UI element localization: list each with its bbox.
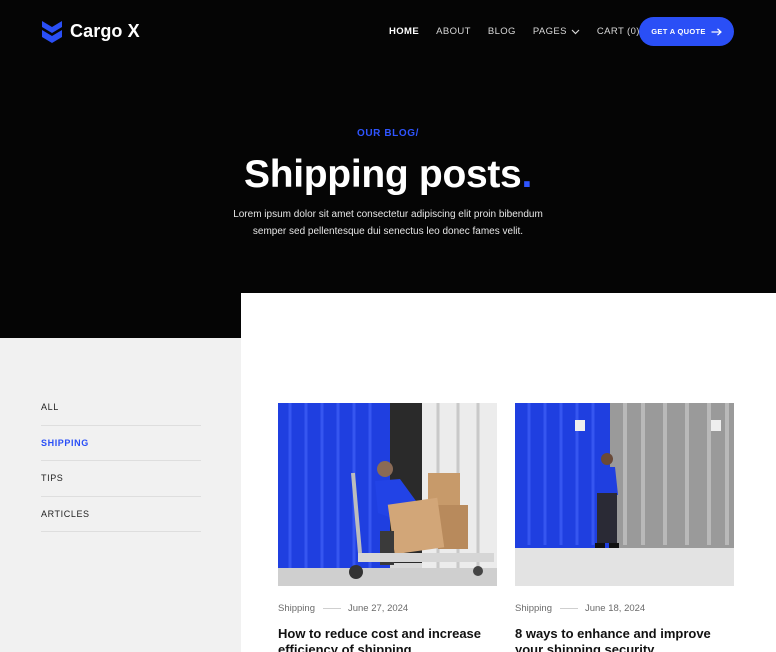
post-thumbnail-worker-boxes[interactable] — [278, 403, 497, 586]
hero-description-line-2: semper sed pellentesque dui senectus leo… — [252, 225, 524, 237]
post-card[interactable]: Shipping June 27, 2024 How to reduce cos… — [278, 403, 497, 652]
post-category[interactable]: Shipping — [278, 603, 315, 614]
nav-item-home[interactable]: HOME — [389, 26, 419, 37]
post-title[interactable]: 8 ways to enhance and improve your shipp… — [515, 626, 734, 652]
brand-name: Cargo X — [70, 20, 140, 41]
post-date: June 27, 2024 — [347, 603, 409, 614]
category-filter-list: ALL SHIPPING TIPS ARTICLES — [41, 390, 201, 532]
get-a-quote-button[interactable]: GET A QUOTE — [639, 17, 734, 46]
filter-all[interactable]: ALL — [41, 390, 201, 426]
page-title: Shipping posts. — [0, 153, 776, 197]
nav-item-blog[interactable]: BLOG — [488, 26, 516, 37]
post-thumbnail-worker-containers[interactable] — [515, 403, 734, 586]
meta-divider — [322, 608, 341, 609]
nav-item-pages-label: PAGES — [532, 26, 567, 37]
arrow-right-icon — [711, 27, 722, 36]
post-meta: Shipping June 18, 2024 — [515, 603, 734, 614]
hero-description: Lorem ipsum dolor sit amet consectetur a… — [0, 207, 776, 240]
nav-item-cart[interactable]: CART (0) — [597, 26, 640, 37]
meta-divider — [559, 608, 578, 609]
nav-item-about[interactable]: ABOUT — [436, 26, 471, 37]
filter-articles[interactable]: ARTICLES — [41, 497, 201, 532]
filter-tips[interactable]: TIPS — [41, 461, 201, 497]
post-card[interactable]: Shipping June 18, 2024 8 ways to enhance… — [515, 403, 734, 652]
post-meta: Shipping June 27, 2024 — [278, 603, 497, 614]
cargo-x-logo-icon — [42, 21, 62, 43]
post-category[interactable]: Shipping — [515, 603, 552, 614]
chevron-down-icon — [571, 29, 580, 34]
hero-eyebrow: OUR BLOG/ — [356, 128, 420, 139]
nav-item-pages[interactable]: PAGES — [533, 26, 580, 37]
main-nav: HOME ABOUT BLOG PAGES CART (0) — [389, 26, 640, 37]
post-title[interactable]: How to reduce cost and increase efficien… — [278, 626, 497, 652]
filter-shipping[interactable]: SHIPPING — [41, 426, 201, 461]
page-title-dot: . — [521, 153, 532, 196]
post-date: June 18, 2024 — [584, 603, 646, 614]
brand-logo[interactable]: Cargo X — [42, 19, 140, 43]
hero-description-line-1: Lorem ipsum dolor sit amet consectetur a… — [233, 209, 543, 220]
get-a-quote-label: GET A QUOTE — [651, 27, 706, 36]
page-title-text: Shipping posts — [244, 153, 522, 196]
hero-section: Cargo X HOME ABOUT BLOG PAGES CART (0) G… — [0, 0, 776, 338]
